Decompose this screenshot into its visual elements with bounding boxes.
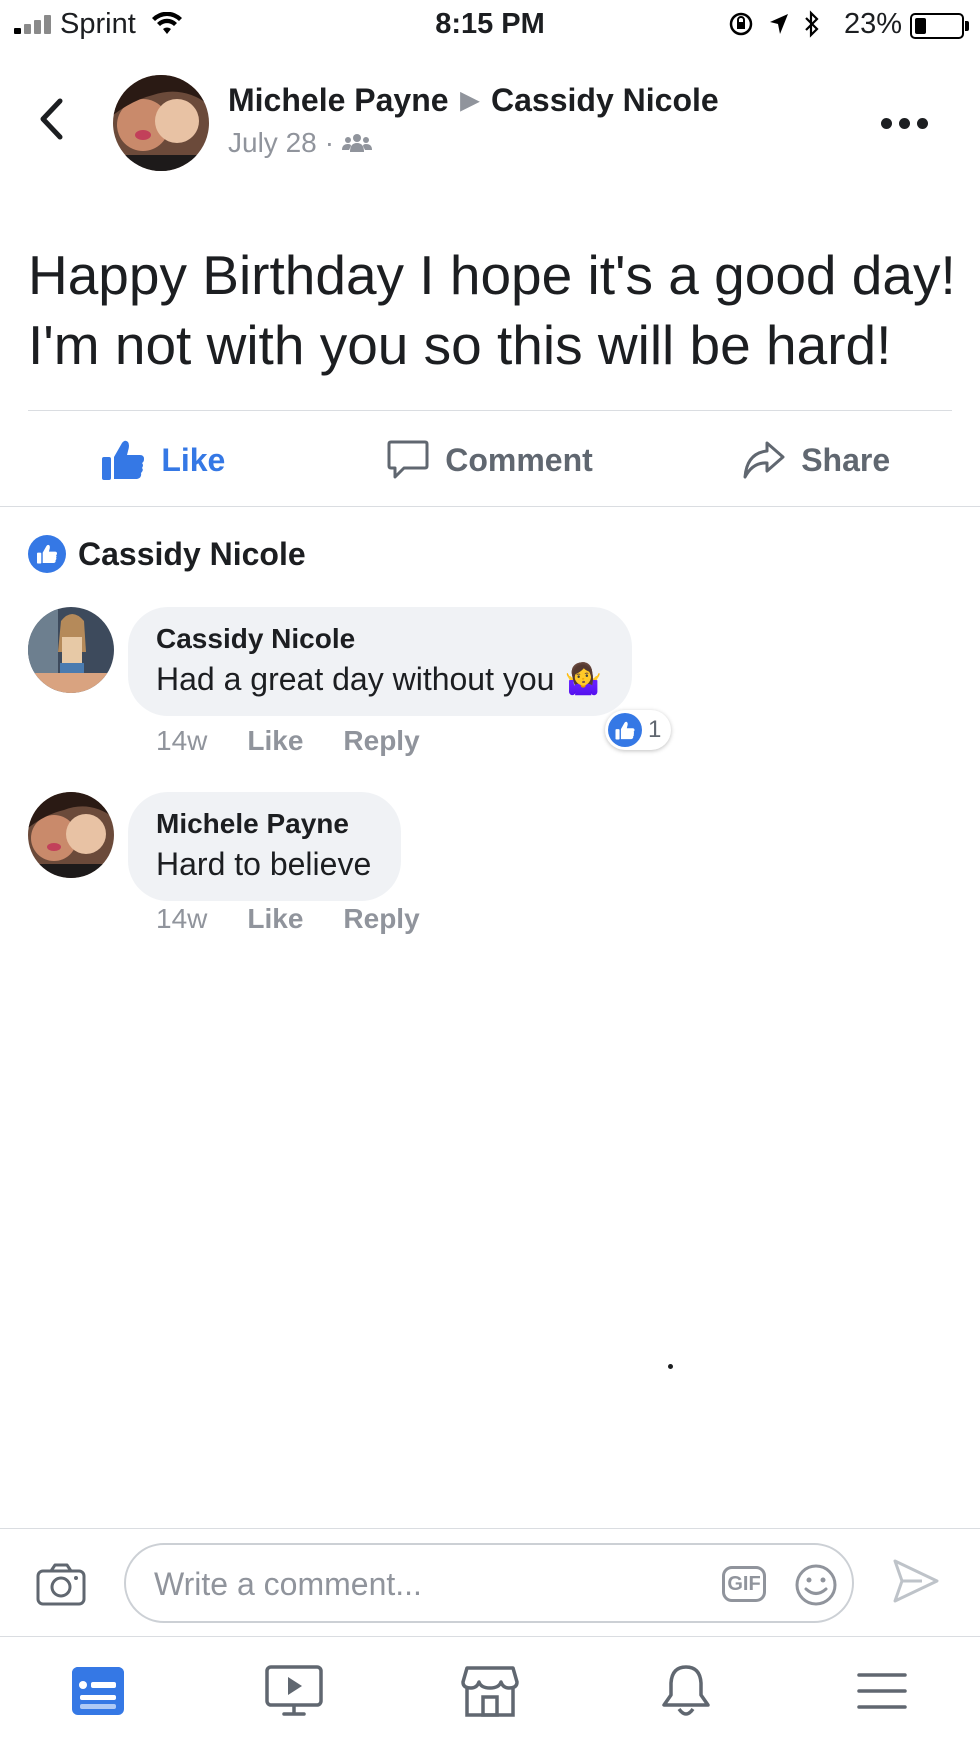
post-text: Happy Birthday I hope it's a good day! I… (28, 240, 968, 380)
comment-reactions[interactable]: 1 (605, 710, 672, 750)
like-reaction-icon (28, 535, 66, 573)
post-date[interactable]: July 28 (228, 127, 317, 159)
comment-author[interactable]: Cassidy Nicole (156, 623, 602, 655)
gif-label: GIF (727, 1572, 761, 1595)
comment-input[interactable] (152, 1559, 656, 1609)
friends-icon (342, 134, 373, 152)
tab-watch[interactable] (196, 1640, 392, 1742)
news-feed-icon (72, 1667, 124, 1715)
target-name[interactable]: Cassidy Nicole (491, 82, 719, 119)
share-icon (743, 441, 785, 479)
like-reaction-icon (608, 713, 642, 747)
comment-author[interactable]: Michele Payne (156, 808, 371, 840)
tab-notifications[interactable] (588, 1640, 784, 1742)
post-text-line: Happy Birthday I hope it's a good day! (28, 244, 956, 306)
tab-marketplace[interactable] (392, 1640, 588, 1742)
comment-button[interactable]: Comment (327, 420, 654, 500)
comment-meta: 14w Like Reply (156, 725, 420, 757)
more-dot (899, 118, 910, 129)
like-label: Like (161, 441, 226, 478)
post-text-line: I'm not with you so this will be hard! (28, 314, 892, 376)
comment-reply-button[interactable]: Reply (343, 725, 419, 757)
more-dot (917, 118, 928, 129)
post-meta: July 28 · (228, 127, 373, 159)
comment-text-content: Hard to believe (156, 846, 372, 882)
comment-input-box[interactable]: GIF (124, 1543, 854, 1623)
meta-separator: · (324, 127, 335, 158)
comment-icon (387, 440, 429, 479)
divider (0, 1528, 980, 1529)
divider (0, 506, 980, 507)
status-icons (728, 10, 820, 38)
comment-bubble[interactable]: Michele Payne Hard to believe (128, 792, 402, 901)
comment-meta: 14w Like Reply (156, 903, 420, 935)
divider (0, 1636, 980, 1637)
send-icon (893, 1559, 939, 1603)
post-header-names: Michele Payne ▶ Cassidy Nicole (228, 82, 719, 119)
commenter-avatar[interactable] (28, 792, 114, 878)
tab-menu[interactable] (784, 1640, 980, 1742)
comment-bubble[interactable]: Cassidy Nicole Had a great day without y… (128, 607, 632, 716)
thumbs-up-icon (102, 440, 145, 480)
share-button[interactable]: Share (653, 420, 980, 500)
gif-button[interactable]: GIF (722, 1566, 766, 1602)
back-button[interactable] (38, 98, 64, 145)
share-label: Share (801, 441, 891, 478)
divider (28, 410, 952, 411)
stray-dot (668, 1364, 673, 1369)
notifications-icon (662, 1665, 710, 1716)
comment-age[interactable]: 14w (156, 725, 207, 757)
tab-news-feed[interactable] (0, 1640, 196, 1742)
more-options-button[interactable] (881, 118, 928, 129)
orientation-lock-icon (729, 12, 753, 36)
status-time: 8:15 PM (435, 8, 545, 40)
comment-label: Comment (445, 441, 593, 478)
comment-text: Had a great day without you 🤷‍♀️ (156, 661, 602, 698)
menu-icon (857, 1673, 907, 1709)
shrug-emoji: 🤷‍♀️ (564, 663, 602, 696)
chevron-left-icon (40, 98, 63, 140)
author-avatar[interactable] (113, 75, 209, 171)
comment-like-button[interactable]: Like (247, 903, 303, 935)
more-dot (881, 118, 892, 129)
comment-reply-button[interactable]: Reply (343, 903, 419, 935)
camera-button[interactable] (36, 1562, 86, 1611)
smiley-icon (795, 1564, 837, 1606)
arrow-right-icon: ▶ (460, 87, 480, 114)
comment-age[interactable]: 14w (156, 903, 207, 935)
camera-icon (36, 1563, 86, 1606)
battery-icon (910, 13, 969, 39)
like-button[interactable]: Like (0, 420, 327, 500)
comment-like-button[interactable]: Like (247, 725, 303, 757)
likes-summary[interactable]: Cassidy Nicole (28, 535, 306, 573)
marketplace-icon (461, 1666, 519, 1717)
comment-text-content: Had a great day without you (156, 661, 555, 697)
reaction-count: 1 (648, 716, 662, 743)
bluetooth-icon (805, 10, 819, 38)
battery-percent: 23% (843, 8, 902, 40)
comment-text: Hard to believe (156, 846, 371, 883)
liker-name: Cassidy Nicole (78, 535, 306, 572)
status-bar: Sprint 8:15 PM 23% (0, 0, 980, 50)
bottom-tab-bar (0, 1640, 980, 1742)
watch-icon (265, 1665, 323, 1716)
author-name[interactable]: Michele Payne (228, 82, 449, 119)
location-icon (770, 14, 788, 34)
send-button[interactable] (892, 1558, 940, 1609)
sticker-button[interactable] (794, 1563, 838, 1612)
commenter-avatar[interactable] (28, 607, 114, 693)
post-action-bar: Like Comment Share (0, 420, 980, 500)
